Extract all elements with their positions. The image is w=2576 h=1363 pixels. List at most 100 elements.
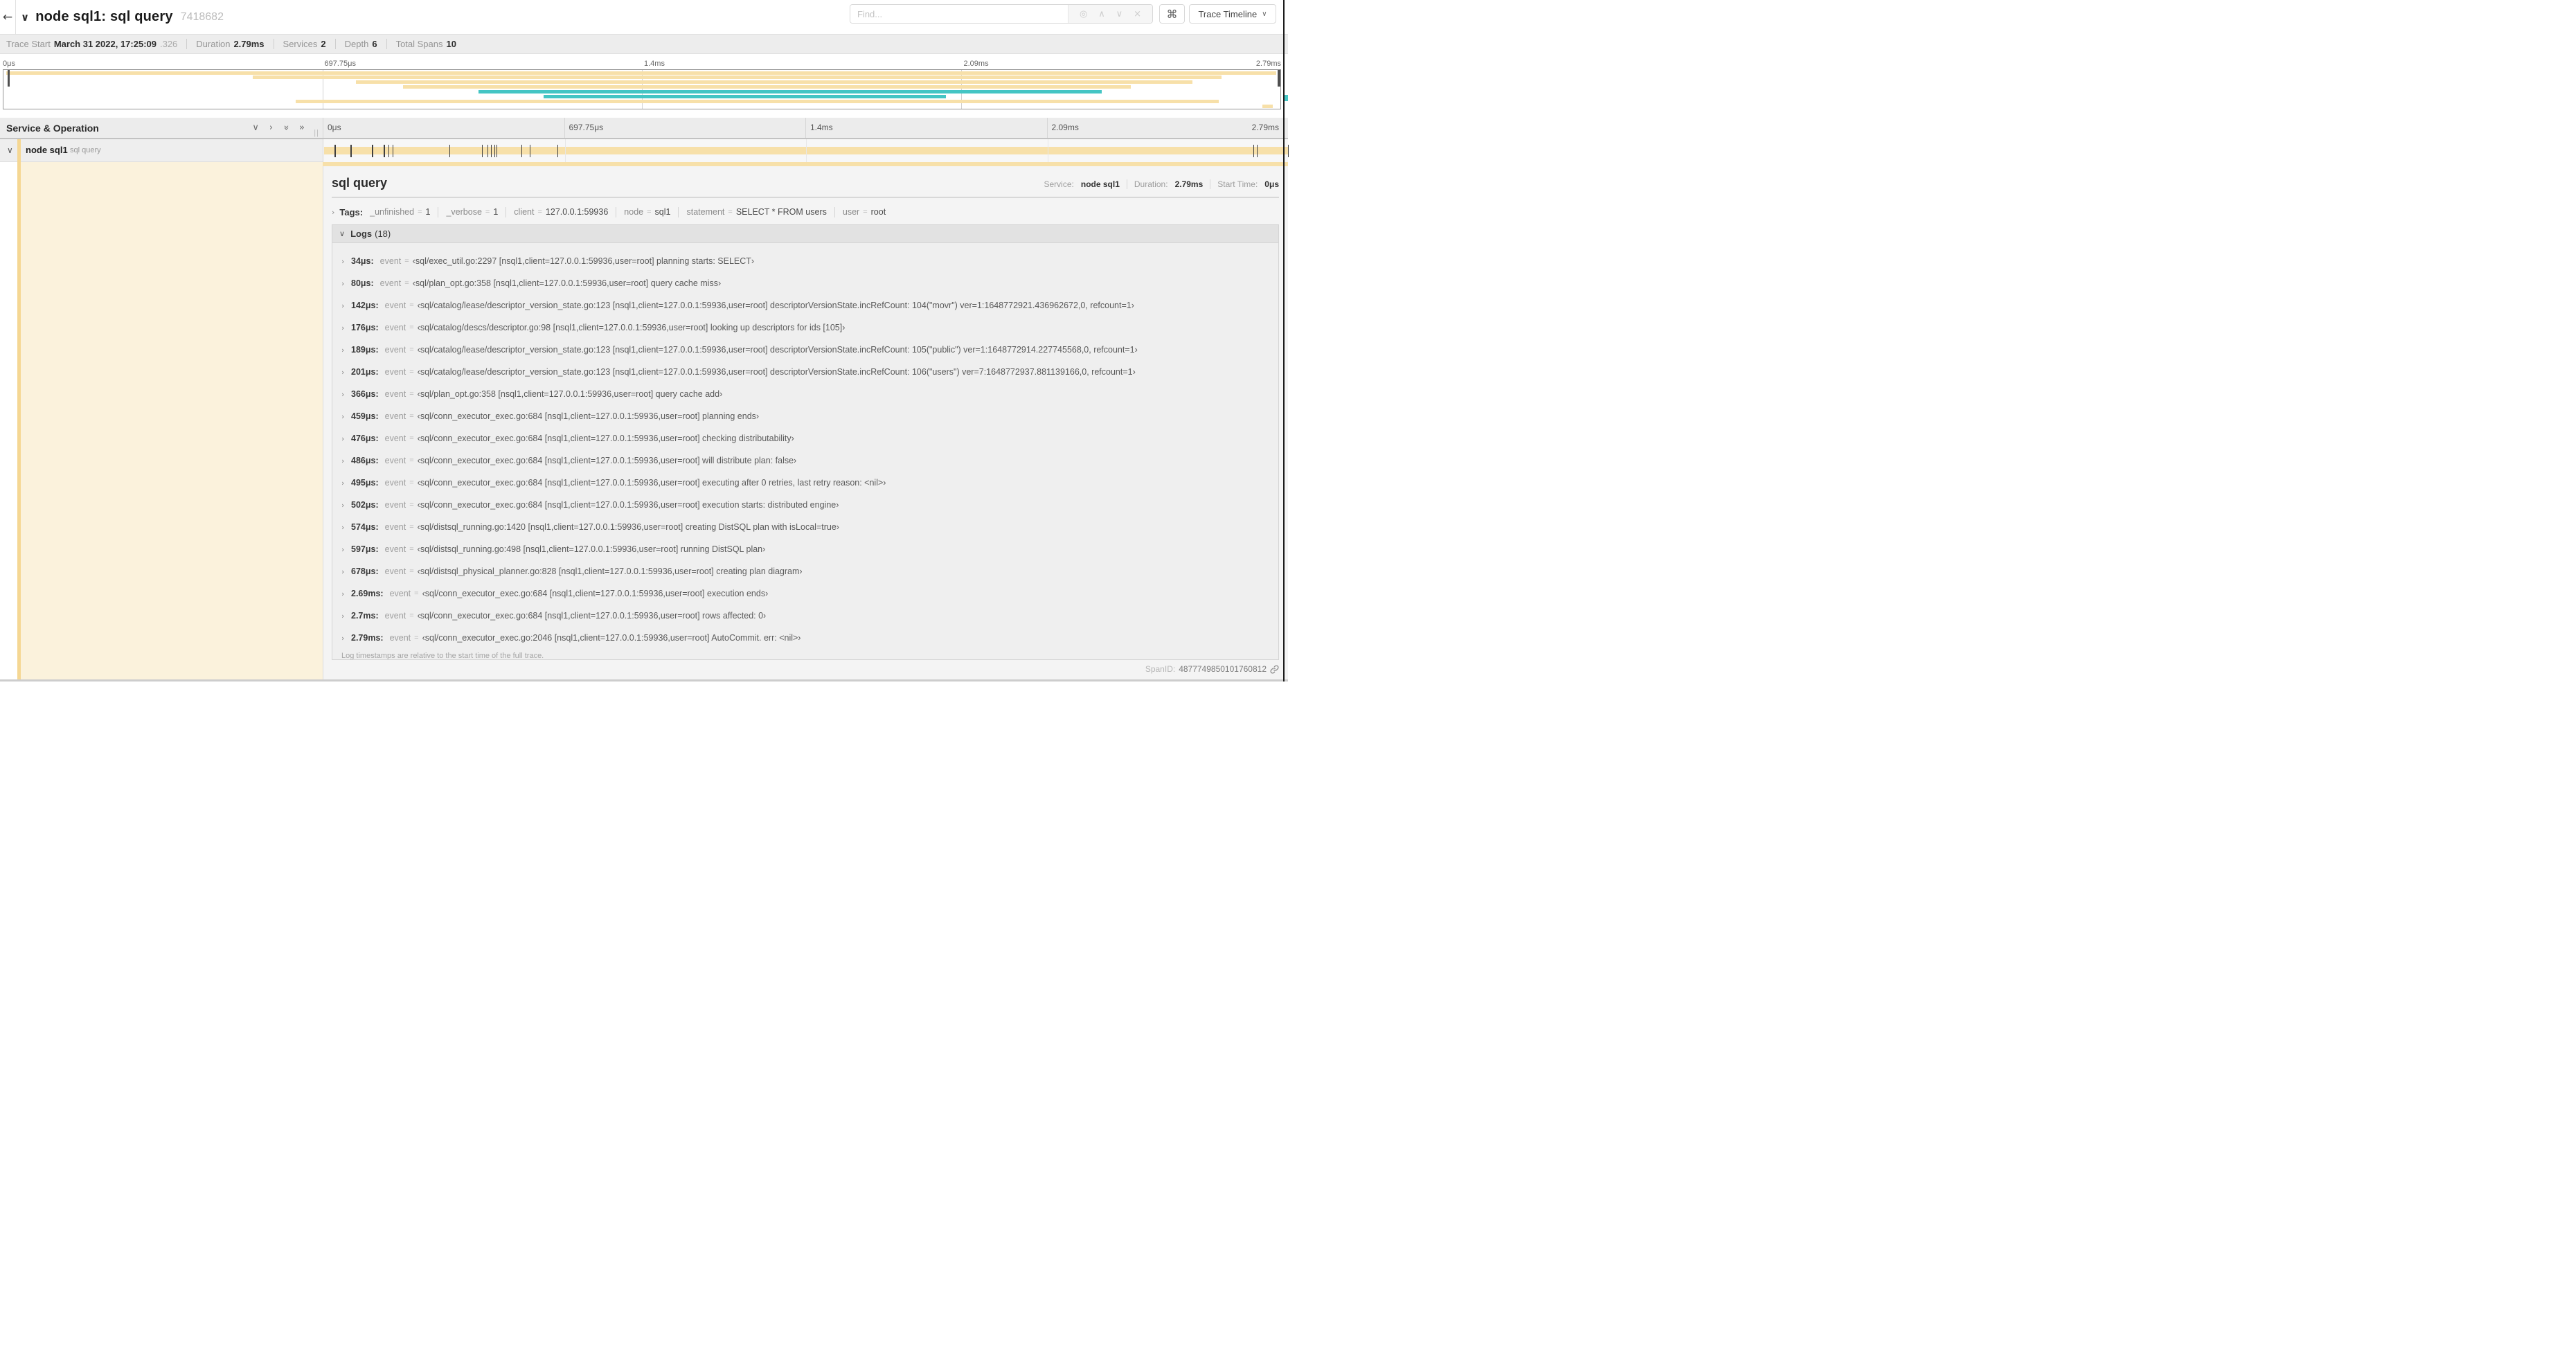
log-marker-tick bbox=[1287, 145, 1289, 157]
minimap-right-scrubber[interactable] bbox=[1278, 70, 1280, 87]
summary-value-suffix: .326 bbox=[159, 39, 178, 49]
span-row-timeline[interactable] bbox=[323, 139, 1289, 162]
span-children-collapse-icon[interactable]: ∨ bbox=[7, 145, 13, 155]
log-field-value: ‹sql/conn_executor_exec.go:2046 [nsql1,c… bbox=[422, 633, 801, 643]
chevron-right-icon: › bbox=[341, 500, 345, 510]
tags-accordian[interactable]: › Tags: _unfinished = 1 _verbose = 1 client = 12… bbox=[332, 205, 1279, 219]
minimap-left-scrubber[interactable] bbox=[8, 70, 10, 87]
timeline-tick-header: 0μs 697.75μs 1.4ms 2.09ms 2.79ms bbox=[323, 118, 1288, 138]
next-match-icon[interactable]: ∨ bbox=[1116, 9, 1123, 19]
minimap-time-label: 697.75μs bbox=[324, 60, 356, 68]
log-field-key: event bbox=[384, 323, 406, 332]
equals-sign: = bbox=[409, 412, 414, 420]
log-row[interactable]: › 189μs: event = ‹sql/catalog/lease/descript… bbox=[332, 339, 1278, 361]
keyboard-shortcuts-button[interactable]: ⌘ bbox=[1159, 4, 1185, 24]
log-marker-tick bbox=[481, 145, 483, 157]
log-row[interactable]: › 2.69ms: event = ‹sql/conn_executor_exec.go… bbox=[332, 582, 1278, 605]
log-field-key: event bbox=[384, 611, 406, 621]
span-detail-title: sql query bbox=[332, 176, 388, 190]
view-selector-button[interactable]: Trace Timeline ∨ bbox=[1189, 4, 1276, 24]
log-row[interactable]: › 486μs: event = ‹sql/conn_executor_exec.go:… bbox=[332, 449, 1278, 472]
trace-minimap[interactable] bbox=[3, 69, 1281, 109]
trace-collapse-icon[interactable]: ∨ bbox=[21, 11, 29, 24]
log-row[interactable]: › 476μs: event = ‹sql/conn_executor_exec.go:… bbox=[332, 427, 1278, 449]
back-arrow-icon: ← bbox=[2, 10, 13, 24]
log-row[interactable]: › 459μs: event = ‹sql/conn_executor_exec.go:… bbox=[332, 405, 1278, 427]
minimap-span-bar bbox=[252, 75, 1222, 80]
log-row[interactable]: › 597μs: event = ‹sql/distsql_running.go:498… bbox=[332, 538, 1278, 560]
minimap-time-label: 2.79ms bbox=[1255, 60, 1281, 68]
log-field-key: event bbox=[384, 567, 406, 576]
logs-header[interactable]: ∨ Logs (18) bbox=[332, 225, 1278, 243]
minimap-span-bar bbox=[355, 80, 1192, 84]
tag-value: root bbox=[870, 207, 886, 217]
log-timestamp: 486μs: bbox=[351, 456, 379, 465]
span-detail-meta: Service: node sql1 Duration: 2.79ms Start Ti… bbox=[1044, 179, 1279, 189]
log-field-value: ‹sql/conn_executor_exec.go:684 [nsql1,cl… bbox=[417, 478, 886, 488]
log-timestamp: 574μs: bbox=[351, 522, 379, 532]
page-header: ← ∨ node sql1: sql query 7418682 ◎ ∧ ∨ ×… bbox=[0, 0, 1288, 34]
log-marker-tick bbox=[491, 145, 492, 157]
equals-sign: = bbox=[409, 545, 414, 553]
chevron-right-icon: › bbox=[341, 345, 345, 355]
log-field-value: ‹sql/catalog/descs/descriptor.go:98 [nsq… bbox=[417, 323, 846, 332]
log-field-value: ‹sql/catalog/lease/descriptor_version_st… bbox=[417, 301, 1134, 310]
tag-value: 127.0.0.1:59936 bbox=[545, 207, 609, 217]
detail-meta-value: node sql1 bbox=[1080, 179, 1120, 189]
log-row[interactable]: › 495μs: event = ‹sql/conn_executor_exec.go:… bbox=[332, 472, 1278, 494]
log-row[interactable]: › 502μs: event = ‹sql/conn_executor_exec.go:… bbox=[332, 494, 1278, 516]
minimap-span-bar bbox=[403, 85, 1132, 89]
log-marker-tick bbox=[350, 145, 352, 157]
tag-value: 1 bbox=[425, 207, 431, 217]
expand-all-icon[interactable]: » bbox=[299, 123, 305, 132]
expand-one-icon[interactable]: › bbox=[269, 123, 273, 132]
log-row[interactable]: › 2.79ms: event = ‹sql/conn_executor_exec.go… bbox=[332, 627, 1278, 649]
prev-match-icon[interactable]: ∧ bbox=[1098, 9, 1105, 19]
span-id-value: 4877749850101760812 bbox=[1179, 664, 1267, 674]
locate-icon[interactable]: ◎ bbox=[1080, 9, 1087, 19]
log-row[interactable]: › 176μs: event = ‹sql/catalog/descs/descript… bbox=[332, 317, 1278, 339]
equals-sign: = bbox=[409, 301, 414, 310]
chevron-right-icon: › bbox=[341, 434, 345, 443]
equals-sign: = bbox=[728, 208, 733, 216]
back-button[interactable]: ← bbox=[0, 0, 16, 34]
collapse-one-icon[interactable]: ∨ bbox=[252, 123, 259, 132]
log-field-key: event bbox=[384, 389, 406, 399]
log-row[interactable]: › 201μs: event = ‹sql/catalog/lease/descript… bbox=[332, 361, 1278, 383]
collapse-all-icon[interactable]: » bbox=[281, 125, 292, 131]
service-color-stripe bbox=[17, 139, 21, 162]
log-marker-tick bbox=[1253, 145, 1254, 157]
span-id-label: SpanID: bbox=[1145, 664, 1176, 674]
chevron-down-icon: ∨ bbox=[339, 229, 346, 238]
chevron-down-icon: ∨ bbox=[1262, 10, 1267, 18]
log-field-value: ‹sql/distsql_running.go:498 [nsql1,clien… bbox=[417, 544, 766, 554]
detail-meta-value: 2.79ms bbox=[1174, 179, 1204, 189]
equals-sign: = bbox=[409, 567, 414, 576]
horizontal-scrollbar-track[interactable] bbox=[0, 679, 1288, 682]
chevron-right-icon: › bbox=[341, 611, 345, 621]
timeline-grid-header: Service & Operation ∨ › » » || 0μs 697.75… bbox=[0, 118, 1288, 139]
chevron-right-icon: › bbox=[341, 389, 345, 399]
log-timestamp: 597μs: bbox=[351, 544, 379, 554]
find-input[interactable] bbox=[850, 5, 1068, 23]
log-field-value: ‹sql/conn_executor_exec.go:684 [nsql1,cl… bbox=[422, 589, 769, 598]
chevron-right-icon: › bbox=[341, 367, 345, 377]
column-resize-handle[interactable]: || bbox=[314, 129, 319, 137]
span-row-name-column[interactable]: ∨ node sql1 sql query bbox=[0, 139, 323, 162]
log-row[interactable]: › 34μs: event = ‹sql/exec_util.go:2297 [nsql… bbox=[332, 250, 1278, 272]
log-row[interactable]: › 678μs: event = ‹sql/distsql_physical_plann… bbox=[332, 560, 1278, 582]
span-row[interactable]: ∨ node sql1 sql query bbox=[0, 139, 1289, 162]
log-row[interactable]: › 80μs: event = ‹sql/plan_opt.go:358 [nsql1,… bbox=[332, 272, 1278, 294]
log-field-key: event bbox=[384, 456, 406, 465]
timeline-tick-column: 697.75μs bbox=[564, 118, 806, 138]
log-row[interactable]: › 2.7ms: event = ‹sql/conn_executor_exec.go:… bbox=[332, 605, 1278, 627]
chevron-right-icon: › bbox=[341, 411, 345, 421]
clear-find-icon[interactable]: × bbox=[1134, 9, 1141, 19]
log-row[interactable]: › 142μs: event = ‹sql/catalog/lease/descript… bbox=[332, 294, 1278, 317]
deep-link-icon[interactable] bbox=[1270, 664, 1279, 674]
summary-item: Duration 2.79ms bbox=[196, 39, 264, 49]
log-row[interactable]: › 366μs: event = ‹sql/plan_opt.go:358 [nsql1… bbox=[332, 383, 1278, 405]
log-field-key: event bbox=[384, 301, 406, 310]
log-row[interactable]: › 574μs: event = ‹sql/distsql_running.go:142… bbox=[332, 516, 1278, 538]
summary-value: March 31 2022, 17:25:09 bbox=[53, 39, 156, 49]
